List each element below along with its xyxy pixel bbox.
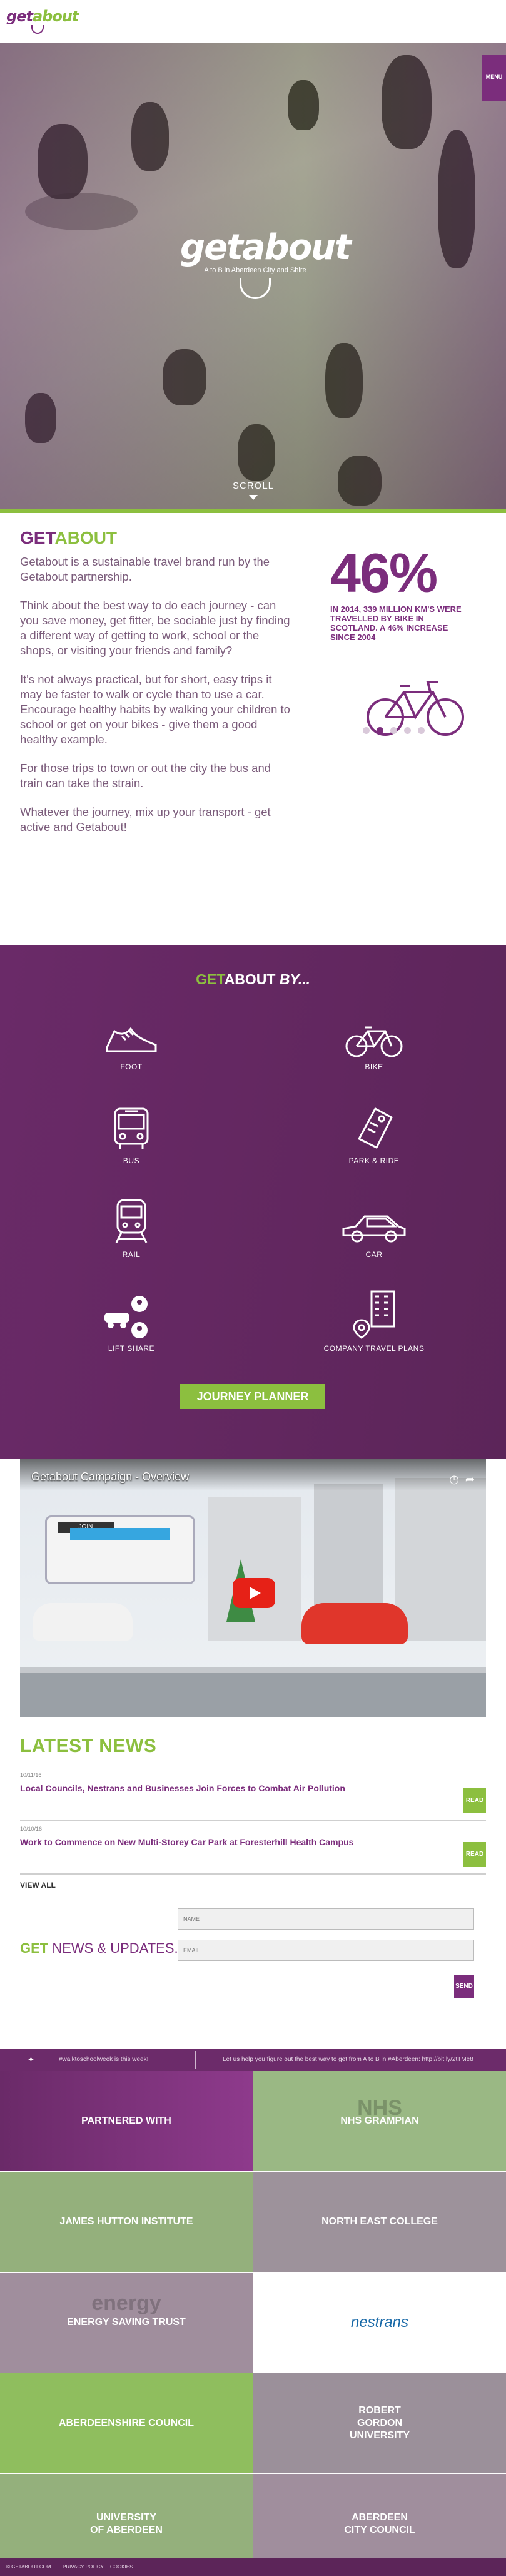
carousel-dot[interactable] bbox=[404, 727, 411, 734]
partners-grid: PARTNERED WITH NHS NHS GRAMPIAN JAMES HUT… bbox=[0, 2071, 506, 2574]
hero-banner: getabout A to B in Aberdeen City and Shi… bbox=[0, 43, 506, 513]
carousel-dot[interactable] bbox=[418, 727, 425, 734]
logo-swirl-icon bbox=[31, 25, 44, 34]
play-icon[interactable] bbox=[233, 1578, 275, 1608]
mode-bus[interactable]: BUS bbox=[69, 1107, 194, 1165]
mode-park-ride[interactable]: PARK & RIDE bbox=[311, 1107, 437, 1165]
mode-foot[interactable]: FOOT bbox=[69, 1014, 194, 1071]
lift-share-icon bbox=[104, 1296, 148, 1338]
partner-robert-gordon-university[interactable]: ROBERT GORDON UNIVERSITY bbox=[253, 2373, 506, 2473]
about-paragraph: For those trips to town or out the city … bbox=[20, 761, 271, 790]
cookies-link[interactable]: COOKIES bbox=[110, 2564, 133, 2570]
scroll-indicator[interactable]: SCROLL bbox=[222, 481, 285, 500]
footer-copyright: © GETABOUT.COM bbox=[6, 2564, 51, 2570]
tweet-text[interactable]: #walktoschoolweek is this week! bbox=[59, 2056, 148, 2063]
partner-aberdeenshire-council[interactable]: ABERDEENSHIRE COUNCIL bbox=[0, 2373, 253, 2473]
about-paragraph: Think about the best way to do each jour… bbox=[20, 599, 290, 657]
twitter-ticker: ✦ #walktoschoolweek is this week! Let us… bbox=[0, 2049, 506, 2071]
carousel-dot[interactable] bbox=[377, 727, 383, 734]
view-all-link[interactable]: VIEW ALL bbox=[20, 1881, 56, 1890]
newsletter-heading: GET NEWS & UPDATES... bbox=[20, 1940, 186, 1956]
mode-bike[interactable]: BIKE bbox=[311, 1014, 437, 1071]
company-building-icon bbox=[353, 1290, 395, 1339]
partner-north-east-college[interactable]: NORTH EAST COLLEGE bbox=[253, 2172, 506, 2272]
news-item: 10/10/16 Work to Commence on New Multi-S… bbox=[20, 1826, 486, 1875]
partner-nhs-grampian[interactable]: NHS NHS GRAMPIAN bbox=[253, 2071, 506, 2171]
stat-number: 46% bbox=[330, 542, 438, 604]
mode-rail[interactable]: RAIL bbox=[69, 1199, 194, 1259]
car-icon bbox=[342, 1215, 406, 1243]
about-title: GETABOUT bbox=[20, 528, 118, 547]
email-field[interactable] bbox=[178, 1940, 474, 1961]
site-header: getabout bbox=[0, 0, 506, 43]
about-body: Getabout is a sustainable travel brand r… bbox=[20, 554, 295, 848]
down-arrow-icon bbox=[249, 495, 258, 500]
news-date: 10/11/16 bbox=[20, 1772, 42, 1778]
mode-company-travel-plans[interactable]: COMPANY TRAVEL PLANS bbox=[311, 1290, 437, 1353]
hero-logo: getabout A to B in Aberdeen City and Shi… bbox=[180, 227, 352, 299]
send-button[interactable]: SEND bbox=[454, 1975, 474, 1998]
name-field[interactable] bbox=[178, 1908, 474, 1930]
travel-modes-section: GETABOUT BY... FOOT BIKE BUS PARK & RIDE… bbox=[0, 945, 506, 1459]
park-ride-icon bbox=[357, 1107, 393, 1149]
about-section: GETABOUT Getabout is a sustainable trave… bbox=[0, 513, 506, 945]
scroll-label: SCROLL bbox=[232, 481, 275, 491]
video-share-icon[interactable]: ◷ ➦ bbox=[449, 1473, 475, 1486]
about-paragraph: Getabout is a sustainable travel brand r… bbox=[20, 555, 270, 583]
mode-lift-share[interactable]: LIFT SHARE bbox=[69, 1295, 194, 1353]
news-section: LATEST NEWS 10/11/16 Local Councils, Nes… bbox=[0, 1717, 506, 2049]
travel-modes-heading: GETABOUT BY... bbox=[196, 971, 310, 987]
carousel-dot[interactable] bbox=[390, 727, 397, 734]
privacy-policy-link[interactable]: PRIVACY POLICY bbox=[63, 2564, 104, 2570]
stat-description: IN 2014, 339 MILLION KM'S WERE TRAVELLED… bbox=[330, 604, 462, 642]
video-title: Getabout Campaign - Overview bbox=[31, 1470, 190, 1483]
logo-swirl-icon bbox=[240, 278, 271, 299]
menu-button[interactable]: MENU bbox=[482, 55, 506, 101]
about-paragraph: Whatever the journey, mix up your transp… bbox=[20, 805, 271, 833]
tweet-text[interactable]: Let us help you figure out the best way … bbox=[223, 2056, 504, 2063]
logo-wordmark: getabout bbox=[6, 8, 79, 25]
mode-car[interactable]: CAR bbox=[311, 1201, 437, 1259]
partners-heading-tile: PARTNERED WITH bbox=[0, 2071, 253, 2171]
bus-icon bbox=[114, 1107, 149, 1149]
shoe-icon bbox=[106, 1027, 157, 1052]
bike-icon bbox=[345, 1026, 403, 1057]
about-paragraph: It's not always practical, but for short… bbox=[20, 673, 290, 746]
news-title-link[interactable]: Work to Commence on New Multi-Storey Car… bbox=[20, 1837, 486, 1847]
getabout-logo[interactable]: getabout bbox=[6, 8, 79, 38]
read-button[interactable]: READ bbox=[463, 1788, 486, 1813]
twitter-icon[interactable]: ✦ bbox=[28, 2055, 38, 2064]
train-icon bbox=[115, 1199, 148, 1243]
ticker-divider bbox=[195, 2051, 196, 2069]
read-button[interactable]: READ bbox=[463, 1842, 486, 1867]
video-player[interactable]: JOIN Getabout Campaign - Overview ◷ ➦ bbox=[20, 1459, 486, 1717]
journey-planner-button[interactable]: JOURNEY PLANNER bbox=[180, 1384, 325, 1409]
news-date: 10/10/16 bbox=[20, 1826, 43, 1832]
hero-logo-text: getabout bbox=[180, 227, 352, 268]
carousel-dots bbox=[363, 726, 432, 737]
stat-carousel-slide: 46% IN 2014, 339 MILLION KM'S WERE TRAVE… bbox=[330, 542, 474, 736]
news-item: 10/11/16 Local Councils, Nestrans and Bu… bbox=[20, 1772, 486, 1821]
partner-james-hutton[interactable]: JAMES HUTTON INSTITUTE bbox=[0, 2172, 253, 2272]
partner-nestrans[interactable]: nestrans bbox=[253, 2273, 506, 2373]
carousel-dot[interactable] bbox=[363, 727, 370, 734]
partner-energy-saving-trust[interactable]: energy ENERGY SAVING TRUST bbox=[0, 2273, 253, 2373]
site-footer: © GETABOUT.COM PRIVACY POLICY COOKIES bbox=[0, 2558, 506, 2576]
news-title-link[interactable]: Local Councils, Nestrans and Businesses … bbox=[20, 1783, 486, 1793]
news-heading: LATEST NEWS bbox=[20, 1736, 157, 1756]
